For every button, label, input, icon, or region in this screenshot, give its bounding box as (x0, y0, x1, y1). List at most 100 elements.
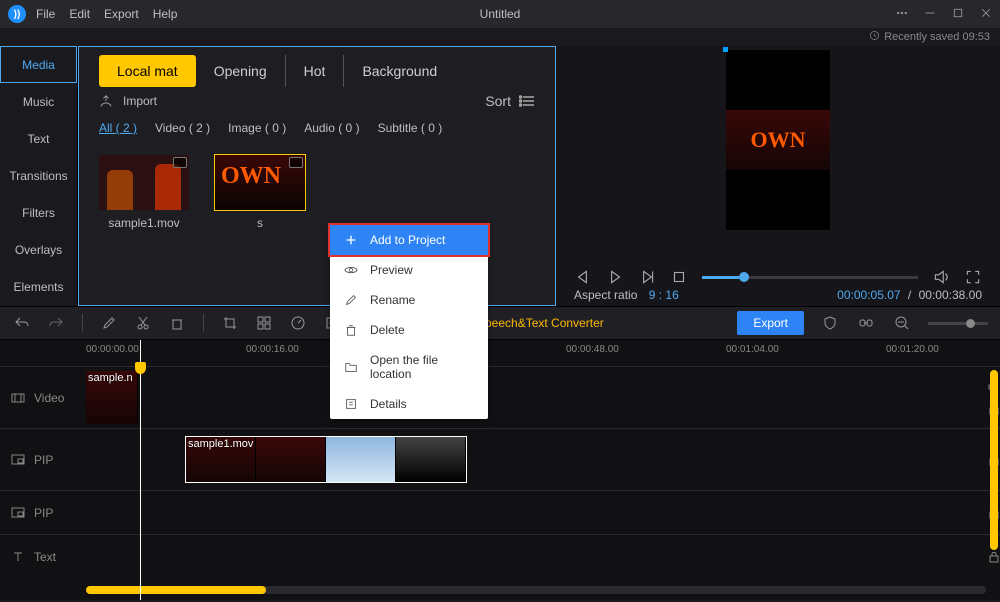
media-thumb-1[interactable] (99, 155, 189, 210)
ruler-tick: 00:00:48.00 (566, 344, 619, 355)
timeline-h-scrollbar[interactable] (86, 586, 986, 594)
sidebar-tab-filters[interactable]: Filters (0, 194, 77, 231)
sort-button[interactable]: Sort (485, 93, 535, 109)
ctx-preview-label: Preview (370, 263, 413, 277)
delete-button[interactable] (167, 313, 187, 333)
list-icon (519, 95, 535, 107)
speed-button[interactable] (288, 313, 308, 333)
next-frame-button[interactable] (638, 268, 656, 286)
minimize-button[interactable] (924, 7, 936, 22)
media-thumb-2[interactable]: OWN (215, 155, 305, 210)
maximize-button[interactable] (952, 7, 964, 22)
ctx-add-to-project[interactable]: Add to Project (330, 225, 488, 255)
timeline-v-scrollbar[interactable] (990, 370, 998, 580)
zoom-slider[interactable] (928, 322, 988, 325)
app-logo-icon: )) (8, 5, 26, 23)
media-tab-local[interactable]: Local mat (99, 55, 196, 87)
edit-button[interactable] (99, 313, 119, 333)
zoom-out-button[interactable] (892, 313, 912, 333)
shield-icon[interactable] (820, 313, 840, 333)
add-badge-icon[interactable] (289, 157, 303, 168)
time-sep: / (904, 288, 915, 302)
sidebar-tab-music[interactable]: Music (0, 83, 77, 120)
status-saved: Recently saved 09:53 (884, 31, 990, 43)
sidebar-tab-media[interactable]: Media (0, 46, 77, 83)
sidebar-tab-text[interactable]: Text (0, 120, 77, 157)
pip-icon (10, 505, 26, 521)
timeline-playhead[interactable] (140, 340, 141, 600)
filter-audio[interactable]: Audio ( 0 ) (304, 121, 359, 135)
preview-slider[interactable] (702, 276, 918, 279)
pip-clip-1[interactable]: sample1.mov (186, 437, 466, 482)
ctx-preview[interactable]: Preview (330, 255, 488, 285)
filter-all[interactable]: All ( 2 ) (99, 121, 137, 135)
volume-button[interactable] (932, 268, 950, 286)
import-label: Import (123, 94, 157, 108)
mosaic-button[interactable] (254, 313, 274, 333)
filter-image[interactable]: Image ( 0 ) (228, 121, 286, 135)
play-button[interactable] (606, 268, 624, 286)
filter-video[interactable]: Video ( 2 ) (155, 121, 210, 135)
track-pip: PIP sample1.mov (0, 428, 1000, 490)
ctx-add-label: Add to Project (370, 233, 445, 247)
folder-icon (344, 360, 358, 374)
trash-icon (344, 323, 358, 337)
ctx-delete-label: Delete (370, 323, 405, 337)
sidebar-tab-transitions[interactable]: Transitions (0, 157, 77, 194)
media-tab-background[interactable]: Background (344, 55, 455, 87)
crop-button[interactable] (220, 313, 240, 333)
sidebar-tab-overlays[interactable]: Overlays (0, 231, 77, 268)
pip-clip-1-label: sample1.mov (188, 438, 253, 450)
ctx-rename-label: Rename (370, 293, 415, 307)
menu-export[interactable]: Export (104, 7, 139, 21)
window-title: Untitled (480, 7, 521, 21)
media-tab-hot[interactable]: Hot (286, 55, 345, 87)
aspect-ratio-label: Aspect ratio (574, 288, 637, 302)
pip-icon (10, 452, 26, 468)
close-button[interactable] (980, 7, 992, 22)
sidebar-tab-elements[interactable]: Elements (0, 268, 77, 305)
ctx-open-location[interactable]: Open the file location (330, 345, 488, 389)
track-pip2: PIP (0, 490, 1000, 534)
stop-button[interactable] (670, 268, 688, 286)
redo-button[interactable] (46, 313, 66, 333)
ctx-rename[interactable]: Rename (330, 285, 488, 315)
media-thumb-2-label: s (257, 216, 263, 230)
track-video: Video sample.n (0, 366, 1000, 428)
add-badge-icon[interactable] (173, 157, 187, 168)
clock-icon (869, 30, 880, 44)
sort-label: Sort (485, 93, 511, 109)
fullscreen-button[interactable] (964, 268, 982, 286)
ruler-tick: 00:00:16.00 (246, 344, 299, 355)
timeline-ruler[interactable]: 00:00:00.00 00:00:16.00 00:00:32.00 00:0… (86, 340, 1000, 366)
ctx-details[interactable]: Details (330, 389, 488, 419)
plus-icon (344, 233, 358, 247)
track-video-label: Video (34, 391, 64, 405)
eye-icon (344, 263, 358, 277)
ctx-delete[interactable]: Delete (330, 315, 488, 345)
video-clip-1[interactable]: sample.n (86, 371, 138, 424)
import-icon (99, 94, 113, 108)
menu-help[interactable]: Help (153, 7, 178, 21)
menu-file[interactable]: File (36, 7, 55, 21)
aspect-ratio-value[interactable]: 9 : 16 (641, 288, 679, 302)
link-icon[interactable] (856, 313, 876, 333)
import-button[interactable]: Import (99, 94, 157, 108)
track-text-label: Text (34, 550, 56, 564)
details-icon (344, 397, 358, 411)
more-icon[interactable] (896, 7, 908, 22)
duration: 00:00:38.00 (919, 288, 982, 302)
filter-subtitle[interactable]: Subtitle ( 0 ) (378, 121, 443, 135)
cut-button[interactable] (133, 313, 153, 333)
preview-canvas[interactable]: OWN (726, 50, 830, 230)
text-icon (10, 549, 26, 565)
video-icon (10, 390, 26, 406)
prev-frame-button[interactable] (574, 268, 592, 286)
undo-button[interactable] (12, 313, 32, 333)
media-tab-opening[interactable]: Opening (196, 55, 286, 87)
speech-text-converter[interactable]: Speech&Text Converter (477, 316, 604, 330)
export-button[interactable]: Export (737, 311, 804, 335)
pencil-icon (344, 293, 358, 307)
menu-edit[interactable]: Edit (69, 7, 90, 21)
ctx-details-label: Details (370, 397, 407, 411)
